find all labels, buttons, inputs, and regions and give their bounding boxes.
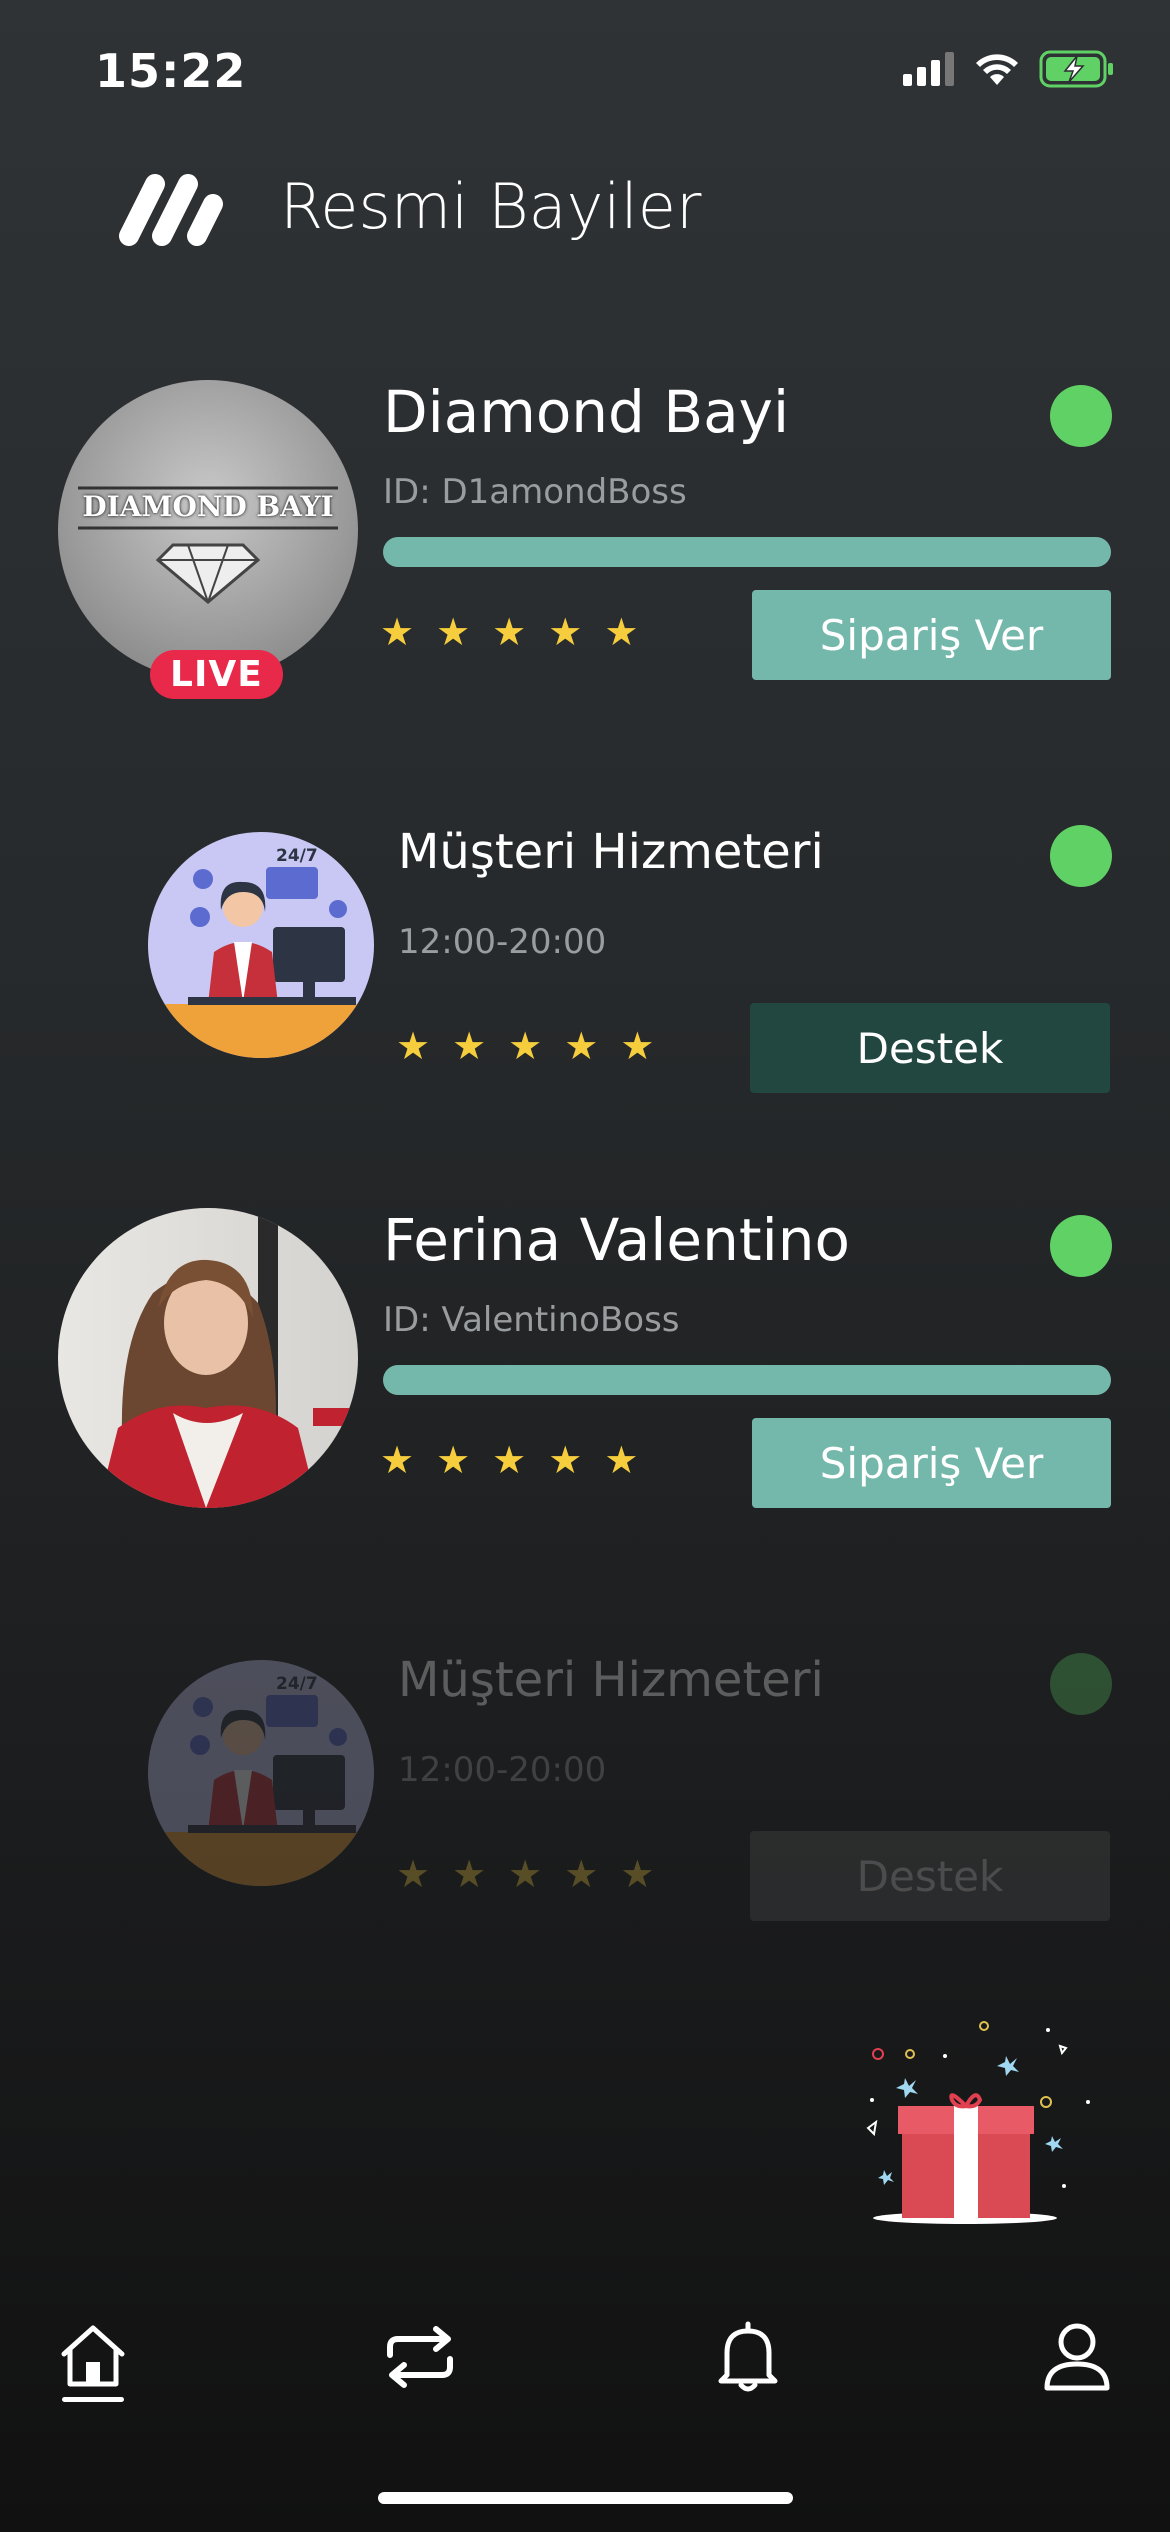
support-button[interactable]: Destek	[750, 1831, 1110, 1921]
dealer-name: Diamond Bayi	[383, 378, 790, 446]
online-status-dot	[1050, 385, 1112, 447]
profile-icon	[1044, 2323, 1110, 2391]
star-icon: ★	[564, 1852, 599, 1896]
nav-transactions[interactable]	[375, 2312, 465, 2402]
online-status-dot	[1050, 825, 1112, 887]
star-icon: ★	[436, 1438, 471, 1482]
order-button[interactable]: Sipariş Ver	[752, 1418, 1111, 1508]
online-status-dot	[1050, 1215, 1112, 1277]
progress-bar	[383, 537, 1111, 567]
dealer-name: Ferina Valentino	[383, 1206, 850, 1274]
status-time: 15:22	[95, 44, 247, 98]
dealer-card: DIAMOND BAYI LIVE Diamond Bayi ID: D1amo…	[0, 370, 1170, 730]
bottom-nav	[0, 2300, 1170, 2420]
star-icon: ★	[396, 1852, 431, 1896]
progress-bar	[383, 1365, 1111, 1395]
status-icons	[903, 50, 1115, 88]
star-icon: ★	[564, 1024, 599, 1068]
support-card: 24/7 Müşteri Hizmeteri 12:00-20:00 ★ ★ ★…	[0, 810, 1170, 1110]
home-icon	[61, 2325, 125, 2387]
dealer-avatar[interactable]	[58, 1208, 358, 1508]
rating-stars: ★ ★ ★ ★ ★	[380, 1438, 638, 1482]
support-hours: 12:00-20:00	[398, 922, 607, 962]
customer-service-agent-icon	[148, 867, 374, 1058]
support-avatar[interactable]: 24/7	[148, 832, 374, 1058]
support-button[interactable]: Destek	[750, 1003, 1110, 1093]
live-badge: LIVE	[150, 650, 283, 699]
dealer-id: ID: ValentinoBoss	[383, 1300, 680, 1340]
nav-home[interactable]	[48, 2310, 138, 2400]
customer-service-agent-icon	[148, 1695, 374, 1886]
diamond-logo-icon	[78, 486, 338, 604]
hours-badge-text: 24/7	[276, 1674, 318, 1694]
star-icon: ★	[508, 1852, 543, 1896]
brand-logo-icon	[119, 174, 223, 246]
rating-stars: ★ ★ ★ ★ ★	[396, 1024, 654, 1068]
star-icon: ★	[604, 1438, 639, 1482]
support-hours: 12:00-20:00	[398, 1750, 607, 1790]
avatar-logo-text: DIAMOND BAYI	[82, 490, 334, 523]
rating-stars: ★ ★ ★ ★ ★	[396, 1852, 654, 1896]
swap-icon	[387, 2326, 453, 2388]
cellular-signal-icon	[903, 52, 954, 86]
rating-stars: ★ ★ ★ ★ ★	[380, 610, 638, 654]
support-name: Müşteri Hizmeteri	[398, 1652, 824, 1708]
star-icon: ★	[436, 610, 471, 654]
hours-badge-text: 24/7	[276, 846, 318, 866]
star-icon: ★	[548, 610, 583, 654]
bell-icon	[718, 2321, 778, 2392]
home-indicator	[378, 2492, 793, 2504]
star-icon: ★	[380, 1438, 415, 1482]
star-icon: ★	[452, 1852, 487, 1896]
order-button[interactable]: Sipariş Ver	[752, 590, 1111, 680]
star-icon: ★	[452, 1024, 487, 1068]
support-name: Müşteri Hizmeteri	[398, 824, 824, 880]
star-icon: ★	[548, 1438, 583, 1482]
star-icon: ★	[508, 1024, 543, 1068]
nav-notifications[interactable]	[703, 2312, 793, 2402]
nav-profile[interactable]	[1032, 2312, 1122, 2402]
gift-icon[interactable]	[860, 2018, 1100, 2228]
star-icon: ★	[604, 610, 639, 654]
active-tab-indicator	[62, 2397, 124, 2402]
star-icon: ★	[396, 1024, 431, 1068]
support-card-dimmed: 24/7 Müşteri Hizmeteri 12:00-20:00 ★ ★ ★…	[0, 1638, 1170, 1938]
star-icon: ★	[620, 1024, 655, 1068]
support-avatar[interactable]: 24/7	[148, 1660, 374, 1886]
online-status-dot	[1050, 1653, 1112, 1715]
dealer-card: Ferina Valentino ID: ValentinoBoss ★ ★ ★…	[0, 1198, 1170, 1558]
star-icon: ★	[492, 1438, 527, 1482]
battery-charging-icon	[1039, 50, 1113, 88]
dealer-avatar[interactable]: DIAMOND BAYI	[58, 380, 358, 680]
dealer-id: ID: D1amondBoss	[383, 472, 687, 512]
star-icon: ★	[380, 610, 415, 654]
star-icon: ★	[620, 1852, 655, 1896]
dealer-photo-icon	[98, 1208, 358, 1508]
page-title: Resmi Bayiler	[280, 170, 702, 243]
wifi-icon	[976, 54, 1018, 85]
star-icon: ★	[492, 610, 527, 654]
